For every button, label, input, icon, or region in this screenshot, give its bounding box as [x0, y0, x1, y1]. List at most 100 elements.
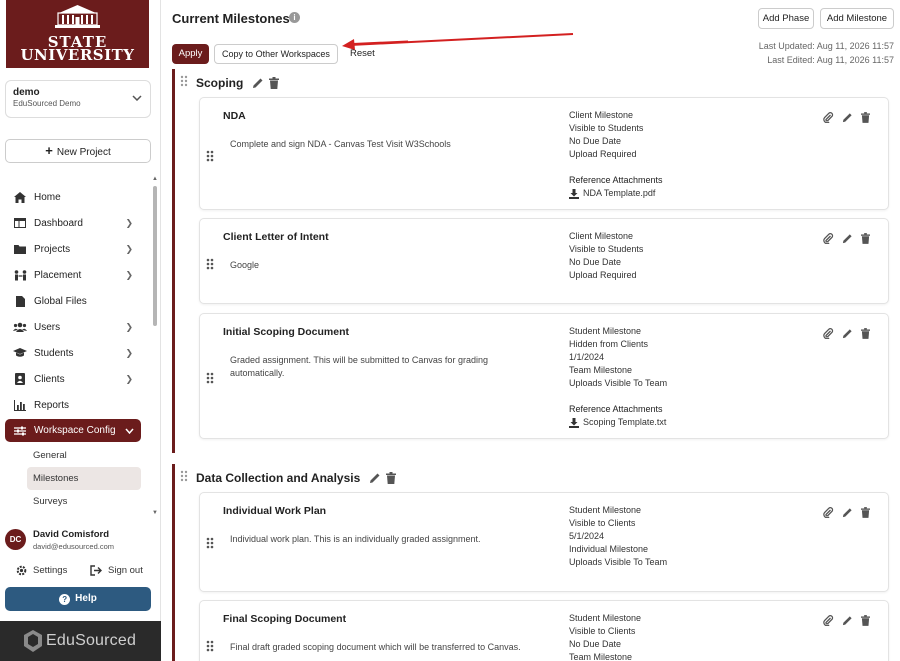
- milestone-meta: Client Milestone Visible to Students No …: [569, 230, 643, 282]
- milestone-card[interactable]: Final Scoping Document Final draft grade…: [199, 600, 889, 661]
- trash-icon[interactable]: [861, 231, 870, 249]
- add-phase-button[interactable]: Add Phase: [758, 8, 814, 29]
- phase-scoping: Scoping NDA Complete and sign NDA - Canv…: [172, 69, 892, 453]
- phase-title: Data Collection and Analysis: [196, 470, 361, 485]
- milestone-type: Student Milestone: [569, 613, 642, 623]
- milestone-title: Client Letter of Intent: [223, 231, 329, 243]
- phase-data-collection: Data Collection and Analysis Individual …: [172, 464, 892, 661]
- info-icon[interactable]: i: [289, 12, 300, 23]
- trash-icon[interactable]: [386, 471, 397, 484]
- edit-icon[interactable]: [842, 613, 853, 631]
- drag-handle-icon[interactable]: [180, 470, 188, 485]
- new-project-label: New Project: [56, 147, 111, 158]
- scroll-down-icon[interactable]: ▼: [152, 510, 158, 516]
- drag-handle-icon[interactable]: [206, 371, 214, 389]
- sidebar-item-clients[interactable]: Clients ❯: [0, 366, 150, 392]
- trash-icon[interactable]: [269, 76, 280, 89]
- sidebar-item-students[interactable]: Students ❯: [0, 340, 150, 366]
- edit-icon[interactable]: [842, 505, 853, 523]
- paperclip-icon[interactable]: [823, 613, 834, 631]
- sidebar-item-placement[interactable]: Placement ❯: [0, 262, 150, 288]
- user-profile[interactable]: DC David Comisford david@edusourced.com: [5, 527, 155, 557]
- workspace-name: demo: [13, 87, 40, 98]
- copy-to-workspaces-button[interactable]: Copy to Other Workspaces: [214, 44, 338, 64]
- sidebar-item-workspace-config[interactable]: Workspace Config: [5, 419, 141, 442]
- paperclip-icon[interactable]: [823, 110, 834, 128]
- download-icon: [569, 188, 579, 199]
- milestone-card[interactable]: Individual Work Plan Individual work pla…: [199, 492, 889, 592]
- sidebar-item-label: Dashboard: [34, 217, 83, 229]
- edit-icon[interactable]: [842, 110, 853, 128]
- sliders-icon: [13, 425, 27, 437]
- paperclip-icon[interactable]: [823, 505, 834, 523]
- sidebar-item-label: Projects: [34, 243, 71, 255]
- reference-attachments-heading: Reference Attachments: [569, 175, 663, 185]
- milestone-type: Client Milestone: [569, 110, 634, 120]
- sidebar-scrollbar[interactable]: ▲ ▼: [152, 176, 158, 516]
- building-icon: [55, 5, 100, 28]
- sidebar-item-label: Home: [34, 191, 61, 203]
- milestone-upload: Uploads Visible To Team: [569, 557, 668, 567]
- add-milestone-button[interactable]: Add Milestone: [820, 8, 894, 29]
- attachment-link[interactable]: Scoping Template.txt: [569, 416, 667, 429]
- sidebar-item-global-files[interactable]: Global Files: [0, 288, 150, 314]
- drag-handle-icon[interactable]: [180, 75, 188, 90]
- folder-icon: [13, 243, 27, 255]
- sidebar-item-label: Clients: [34, 373, 65, 385]
- reference-attachments-heading: Reference Attachments: [569, 404, 663, 414]
- settings-link[interactable]: Settings: [16, 565, 67, 576]
- sidebar-subitem-surveys[interactable]: Surveys: [27, 490, 141, 513]
- chevron-down-icon: [125, 426, 134, 436]
- trash-icon[interactable]: [861, 505, 870, 523]
- milestone-due-date: No Due Date: [569, 257, 622, 267]
- paperclip-icon[interactable]: [823, 231, 834, 249]
- edit-icon[interactable]: [252, 77, 264, 89]
- scroll-up-icon[interactable]: ▲: [152, 176, 158, 182]
- university-logo[interactable]: STATE UNIVERSITY: [6, 0, 149, 68]
- drag-handle-icon[interactable]: [206, 536, 214, 554]
- edit-icon[interactable]: [369, 472, 381, 484]
- drag-handle-icon[interactable]: [206, 257, 214, 275]
- sign-out-link[interactable]: Sign out: [90, 565, 143, 576]
- milestone-visibility: Visible to Clients: [569, 626, 636, 636]
- sidebar-item-home[interactable]: Home: [0, 184, 150, 210]
- milestone-visibility: Visible to Students: [569, 244, 644, 254]
- scroll-thumb[interactable]: [153, 186, 157, 326]
- milestone-type: Student Milestone: [569, 505, 642, 515]
- workspace-selector[interactable]: demo EduSourced Demo: [5, 80, 151, 118]
- sidebar: STATE UNIVERSITY demo EduSourced Demo + N…: [0, 0, 161, 661]
- paperclip-icon[interactable]: [823, 326, 834, 344]
- milestone-due-date: No Due Date: [569, 136, 622, 146]
- sidebar-item-dashboard[interactable]: Dashboard ❯: [0, 210, 150, 236]
- user-email: david@edusourced.com: [33, 542, 114, 551]
- sidebar-item-users[interactable]: Users ❯: [0, 314, 150, 340]
- users-icon: [13, 321, 27, 333]
- footer-brand-text: EduSourced: [46, 632, 137, 649]
- milestone-card[interactable]: Initial Scoping Document Graded assignme…: [199, 313, 889, 439]
- drag-handle-icon[interactable]: [206, 149, 214, 167]
- attachment-link[interactable]: NDA Template.pdf: [569, 187, 663, 200]
- sidebar-subitem-general[interactable]: General: [27, 444, 141, 467]
- chevron-right-icon: ❯: [125, 347, 133, 358]
- milestone-upload: Uploads Visible To Team: [569, 378, 668, 388]
- milestone-card[interactable]: NDA Complete and sign NDA - Canvas Test …: [199, 97, 889, 210]
- trash-icon[interactable]: [861, 110, 870, 128]
- sidebar-item-projects[interactable]: Projects ❯: [0, 236, 150, 262]
- dashboard-icon: [13, 217, 27, 229]
- sidebar-item-reports[interactable]: Reports: [0, 392, 150, 418]
- drag-handle-icon[interactable]: [206, 639, 214, 657]
- sidebar-item-label: Placement: [34, 269, 82, 281]
- milestone-card[interactable]: Client Letter of Intent Google Client Mi…: [199, 218, 889, 304]
- apply-button[interactable]: Apply: [172, 44, 209, 64]
- trash-icon[interactable]: [861, 326, 870, 344]
- milestone-description: Individual work plan. This is an individ…: [230, 534, 481, 544]
- sidebar-item-label: Students: [34, 347, 74, 359]
- help-button[interactable]: ? Help: [5, 587, 151, 611]
- trash-icon[interactable]: [861, 613, 870, 631]
- edit-icon[interactable]: [842, 231, 853, 249]
- milestone-upload: Upload Required: [569, 149, 637, 159]
- new-project-button[interactable]: + New Project: [5, 139, 151, 163]
- gear-icon: [16, 565, 27, 576]
- edit-icon[interactable]: [842, 326, 853, 344]
- sidebar-subitem-milestones[interactable]: Milestones: [27, 467, 141, 490]
